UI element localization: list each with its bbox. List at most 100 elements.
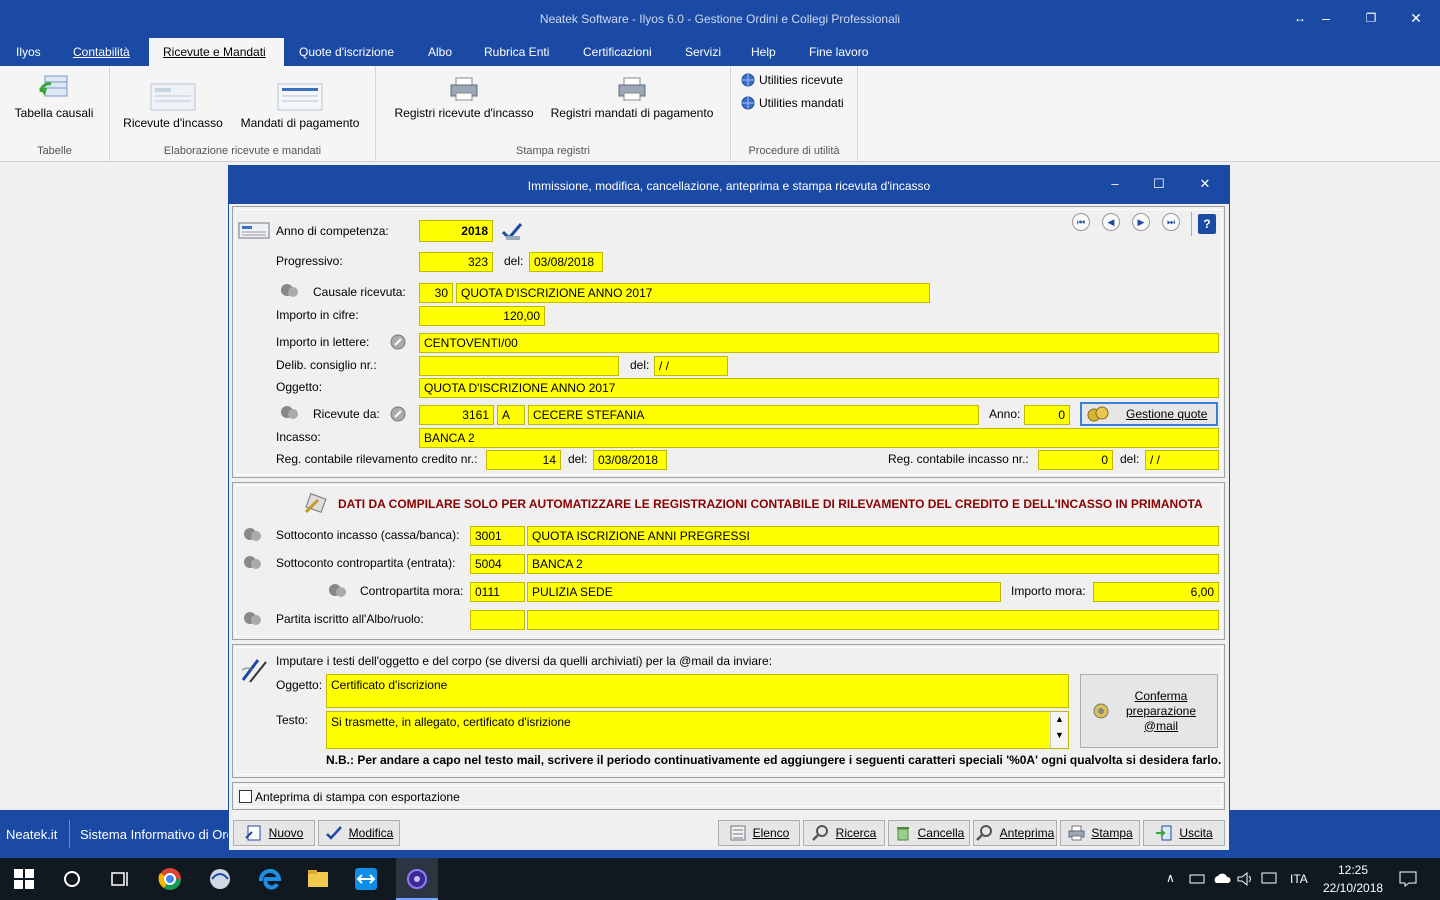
scroll-down-icon[interactable]: ▼ [1051,730,1068,740]
delib-nr-field[interactable] [419,356,619,376]
next-record-icon[interactable]: ▶ [1132,213,1150,231]
progressivo-date-field[interactable]: 03/08/2018 [529,252,603,272]
edge-icon[interactable] [258,867,282,891]
windows-start-icon[interactable] [12,867,36,891]
anno-field[interactable]: 2018 [419,220,493,242]
menu-help[interactable]: Help [737,38,790,66]
menu-servizi[interactable]: Servizi [671,38,735,66]
gestione-quote-button[interactable]: Gestione quote [1080,402,1218,426]
reg-incasso-nr-field[interactable]: 0 [1038,450,1113,470]
chrome-icon[interactable] [158,867,182,891]
maximize-button[interactable]: ❐ [1361,8,1381,28]
lookup-gear-icon[interactable] [242,610,262,626]
status-website[interactable]: Neatek.it [6,827,57,842]
registri-mandati-button[interactable]: Registri mandati di pagamento [542,76,722,120]
mail-client-icon[interactable] [208,867,232,891]
reg-credito-nr-field[interactable]: 14 [486,450,561,470]
search-icon[interactable] [60,867,84,891]
nuovo-button[interactable]: Nuovo [233,820,315,846]
stampa-button[interactable]: Stampa [1060,820,1140,846]
lookup-gear-icon[interactable] [242,526,262,542]
causale-desc-field[interactable]: QUOTA D'ISCRIZIONE ANNO 2017 [456,283,930,303]
tray-expand-icon[interactable]: ∧ [1166,871,1175,885]
incasso-field[interactable]: BANCA 2 [419,428,1219,448]
last-record-icon[interactable]: ⏭ [1162,213,1180,231]
checkmark-pen-icon[interactable] [500,220,524,242]
convert-icon[interactable] [389,405,407,423]
resize-icon[interactable]: ↔ [1290,8,1310,28]
tabella-causali-button[interactable]: Tabella causali [6,74,102,120]
partita-desc-field[interactable] [527,610,1219,630]
task-view-icon[interactable] [108,867,132,891]
registri-ricevute-button[interactable]: Registri ricevute d'incasso [384,76,544,120]
menu-albo[interactable]: Albo [414,38,466,66]
reg-incasso-date-field[interactable]: / / [1145,450,1219,470]
lookup-gear-icon[interactable] [327,582,347,598]
conferma-mail-button[interactable]: Conferma preparazione @mail [1080,674,1218,748]
delib-date-field[interactable]: / / [654,356,728,376]
dialog-minimize-button[interactable]: ‒ [1105,176,1125,191]
menu-quote-iscrizione[interactable]: Quote d'iscrizione [285,38,408,66]
anteprima-button[interactable]: Anteprima [973,820,1057,846]
notifications-icon[interactable] [1398,870,1418,888]
cloud-icon[interactable] [1212,871,1232,885]
utilities-ricevute-button[interactable]: Utilities ricevute [741,73,843,87]
cancella-button[interactable]: Cancella [888,820,970,846]
mora-desc-field[interactable]: PULIZIA SEDE [527,582,1001,602]
importo-cifre-field[interactable]: 120,00 [419,306,545,326]
importo-lettere-field[interactable]: CENTOVENTI/00 [419,333,1219,353]
utilities-mandati-button[interactable]: Utilities mandati [741,96,844,110]
lookup-gear-icon[interactable] [279,404,299,420]
dialog-close-button[interactable]: ✕ [1195,176,1215,192]
previous-record-icon[interactable]: ◀ [1102,213,1120,231]
partita-code-field[interactable] [470,610,525,630]
email-testo-field[interactable]: Si trasmette, in allegato, certificato d… [326,711,1069,749]
close-button[interactable]: ✕ [1406,8,1426,28]
menu-contabilita[interactable]: Contabilità [59,38,144,66]
volume-icon[interactable] [1236,871,1254,887]
ricevente-code-field[interactable]: 3161 [419,405,494,425]
sottoconto-incasso-code-field[interactable]: 3001 [470,526,525,546]
importo-mora-field[interactable]: 6,00 [1093,582,1219,602]
elenco-button[interactable]: Elenco [718,820,800,846]
mora-code-field[interactable]: 0111 [470,582,525,602]
dialog-maximize-button[interactable]: ☐ [1149,176,1169,192]
display-icon[interactable] [1260,871,1278,887]
progressivo-field[interactable]: 323 [419,252,493,272]
minimize-button[interactable]: ‒ [1316,8,1336,28]
teamviewer-icon[interactable] [354,867,378,891]
lookup-gear-icon[interactable] [279,282,299,298]
menu-ricevute-mandati[interactable]: Ricevute e Mandati [149,38,284,66]
network-adapter-icon[interactable] [1188,872,1206,886]
anteprima-checkbox[interactable] [239,790,252,803]
modifica-button[interactable]: Modifica [318,820,400,846]
language-indicator[interactable]: ITA [1290,872,1308,886]
active-app-tile[interactable] [396,858,438,900]
convert-icon[interactable] [389,333,407,351]
email-testo-scrollbar[interactable]: ▲ ▼ [1050,712,1068,748]
ricevente-name-field[interactable]: CECERE STEFANIA [528,405,979,425]
clock-date[interactable]: 22/10/2018 [1323,881,1383,895]
anno2-field[interactable]: 0 [1024,405,1070,425]
uscita-button[interactable]: Uscita [1143,820,1225,846]
reg-credito-date-field[interactable]: 03/08/2018 [593,450,667,470]
file-explorer-icon[interactable] [306,867,330,891]
oggetto-field[interactable]: QUOTA D'ISCRIZIONE ANNO 2017 [419,378,1219,398]
help-icon[interactable]: ? [1198,214,1216,234]
first-record-icon[interactable]: ⏮ [1072,213,1090,231]
lookup-gear-icon[interactable] [242,554,262,570]
menu-certificazioni[interactable]: Certificazioni [569,38,666,66]
sottoconto-incasso-desc-field[interactable]: QUOTA ISCRIZIONE ANNI PREGRESSI [527,526,1219,546]
contropartita-code-field[interactable]: 5004 [470,554,525,574]
clock-time[interactable]: 12:25 [1338,863,1368,877]
menu-rubrica-enti[interactable]: Rubrica Enti [470,38,563,66]
menu-fine-lavoro[interactable]: Fine lavoro [795,38,882,66]
scroll-up-icon[interactable]: ▲ [1051,714,1068,724]
email-oggetto-field[interactable]: Certificato d'iscrizione [326,674,1069,708]
mandati-pagamento-button[interactable]: Mandati di pagamento [236,80,364,130]
ricevute-incasso-button[interactable]: Ricevute d'incasso [118,80,228,130]
menu-ilyos[interactable]: Ilyos [2,38,55,66]
ricerca-button[interactable]: Ricerca [803,820,885,846]
contropartita-desc-field[interactable]: BANCA 2 [527,554,1219,574]
causale-code-field[interactable]: 30 [419,283,453,303]
